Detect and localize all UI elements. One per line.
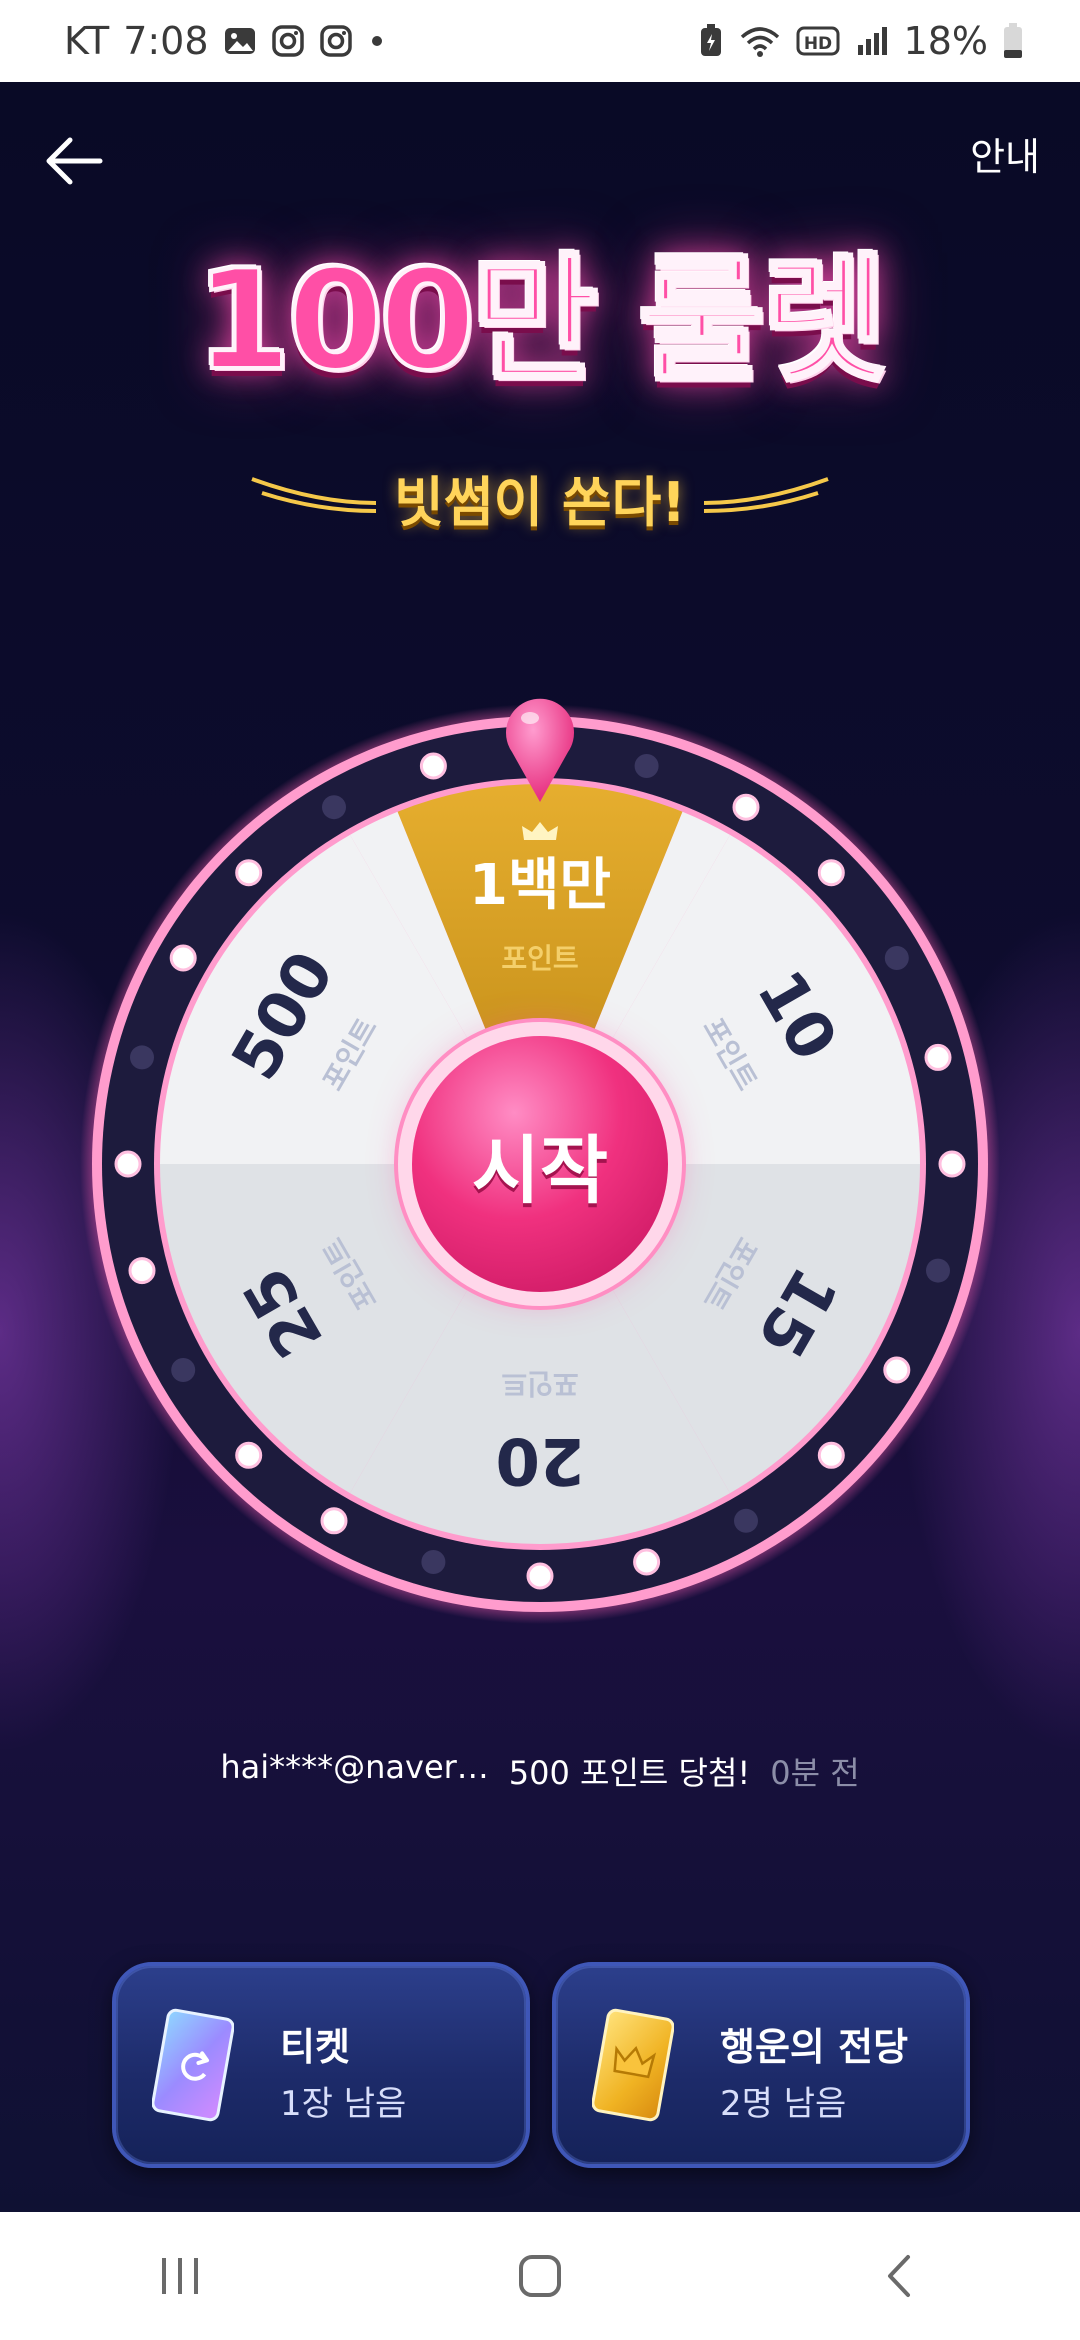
ring-light xyxy=(633,1548,661,1576)
banner-subtitle-row: 빗썸이 쏜다! xyxy=(0,458,1080,537)
ticker-user: hai****@naver… xyxy=(220,1748,489,1786)
ring-light xyxy=(130,1045,154,1070)
ring-light xyxy=(634,754,659,778)
ring-light xyxy=(421,1550,446,1574)
ring-light xyxy=(320,1507,348,1535)
segment-value: 20 xyxy=(495,1423,584,1497)
dot-icon xyxy=(367,24,387,58)
ring-light xyxy=(732,793,760,821)
segment-label-group-3: 20 포인트 xyxy=(495,1367,584,1497)
time-label: 7:08 xyxy=(123,19,209,63)
home-button[interactable] xyxy=(480,2226,600,2326)
ring-light xyxy=(322,795,346,820)
crown-card-icon xyxy=(592,2008,674,2122)
hall-of-fame-card[interactable]: 행운의 전당 2명 남음 xyxy=(552,1962,970,2168)
recent-apps-icon xyxy=(162,2258,198,2294)
status-right: HD 18% xyxy=(698,19,1024,63)
ring-light xyxy=(817,859,845,887)
battery-icon xyxy=(1002,22,1024,60)
ticker-time: 0분 전 xyxy=(770,1754,860,1792)
ring-light xyxy=(114,1150,142,1178)
nav-back-button[interactable] xyxy=(840,2226,960,2326)
ring-light xyxy=(884,946,909,970)
ring-light xyxy=(235,1441,263,1469)
ring-light xyxy=(817,1441,845,1469)
battery-saver-icon xyxy=(698,23,724,59)
home-icon xyxy=(519,2255,561,2297)
status-bar: KT 7:08 HD 18% xyxy=(0,0,1080,82)
recent-apps-button[interactable] xyxy=(120,2226,240,2326)
status-left: KT 7:08 xyxy=(64,19,387,63)
ring-light xyxy=(526,1562,554,1590)
ticker-prize: 500 포인트 당첨! xyxy=(508,1754,751,1792)
signal-icon xyxy=(854,23,890,59)
banner: 100만 룰렛 xyxy=(0,240,1080,401)
battery-percent: 18% xyxy=(903,19,988,63)
instagram-icon xyxy=(271,24,305,58)
ring-light xyxy=(169,944,197,972)
ring-light xyxy=(926,1258,950,1283)
ring-light xyxy=(883,1356,911,1384)
roulette-screen: 안내 100만 룰렛 빗썸이 쏜다! 1백만 포인트 10 포인트 15 포인트… xyxy=(0,82,1080,2212)
winner-ticker: hai****@naver… 500 포인트 당첨! 0분 전 xyxy=(0,1748,1080,1794)
wifi-icon xyxy=(738,23,782,59)
right-wing-decoration xyxy=(703,476,829,513)
ring-light xyxy=(938,1150,966,1178)
ring-light xyxy=(128,1257,156,1285)
banner-subtitle: 빗썸이 쏜다! xyxy=(394,471,686,534)
gallery-icon xyxy=(223,24,257,58)
segment-value: 1백만 xyxy=(469,853,611,918)
ticket-card[interactable]: 티켓 1장 남음 xyxy=(112,1962,530,2168)
ring-light xyxy=(419,752,447,780)
ring-light xyxy=(924,1043,952,1071)
carrier-label: KT xyxy=(64,19,110,63)
ticket-card-icon xyxy=(152,2008,234,2122)
back-button[interactable] xyxy=(40,126,110,196)
banner-title: 100만 룰렛 xyxy=(194,240,891,401)
start-button-label: 시작 xyxy=(471,1127,609,1214)
ticket-card-title: 티켓 xyxy=(280,2025,350,2069)
pointer-pin-icon xyxy=(506,698,574,802)
ring-light xyxy=(235,859,263,887)
ticket-card-count: 1장 남음 xyxy=(280,2084,407,2124)
info-link[interactable]: 안내 xyxy=(970,126,1040,181)
arrow-left-icon xyxy=(46,137,103,185)
svg-text:HD: HD xyxy=(803,34,831,54)
hall-card-count: 2명 남음 xyxy=(720,2084,847,2124)
hd-voice-icon: HD xyxy=(796,23,840,59)
ring-light xyxy=(171,1358,196,1382)
segment-unit: 포인트 xyxy=(501,942,578,975)
left-wing-decoration xyxy=(251,476,377,513)
hall-card-title: 행운의 전당 xyxy=(720,2025,909,2069)
instagram-icon xyxy=(319,24,353,58)
nav-back-icon xyxy=(888,2255,910,2297)
start-button[interactable]: 시작 xyxy=(412,1036,668,1292)
segment-unit: 포인트 xyxy=(501,1367,578,1400)
ring-light xyxy=(734,1508,758,1533)
system-nav-bar xyxy=(0,2212,1080,2340)
